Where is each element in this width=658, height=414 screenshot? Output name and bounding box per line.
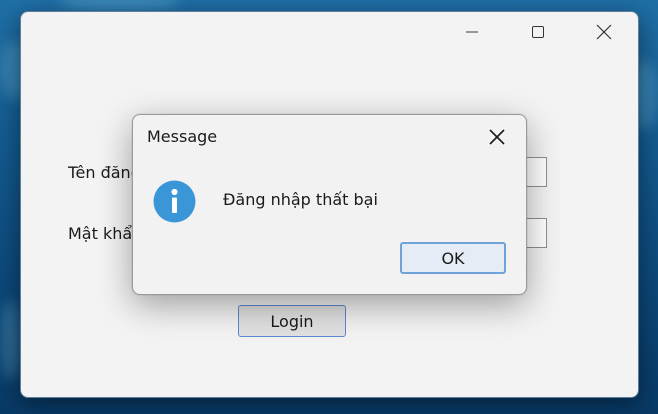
password-label: Mật khẩ xyxy=(68,224,133,243)
ok-button[interactable]: OK xyxy=(400,242,506,274)
maximize-button[interactable] xyxy=(515,12,561,52)
minimize-button[interactable] xyxy=(449,12,495,52)
message-dialog: Message Đăng nhập thất bại OK xyxy=(132,114,527,295)
username-label: Tên đăng xyxy=(68,163,141,182)
dialog-title: Message xyxy=(147,127,218,146)
close-window-button[interactable] xyxy=(581,12,627,52)
dialog-message: Đăng nhập thất bại xyxy=(223,190,378,209)
login-button[interactable]: Login xyxy=(238,305,346,337)
minimize-icon xyxy=(466,31,478,33)
close-icon xyxy=(596,24,612,40)
dialog-close-button[interactable] xyxy=(482,124,512,150)
maximize-icon xyxy=(532,26,544,38)
close-icon xyxy=(489,129,505,145)
info-icon xyxy=(153,180,196,223)
